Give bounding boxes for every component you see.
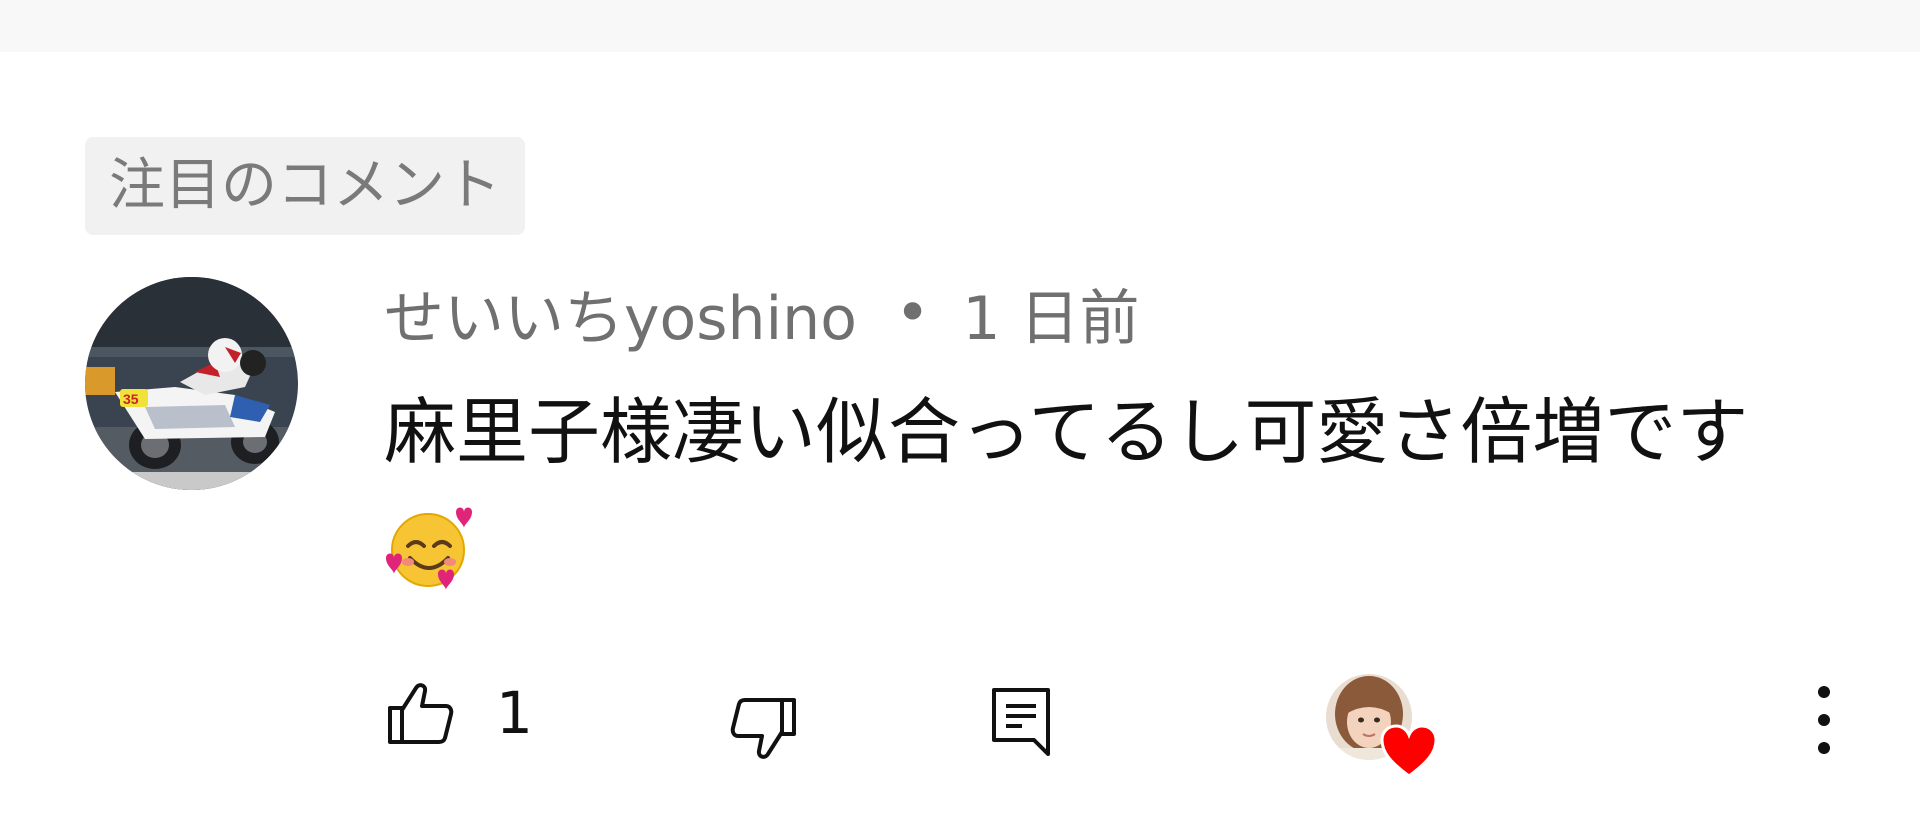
more-vert-icon [1818, 686, 1830, 754]
header-separator: • [894, 278, 931, 348]
like-button[interactable]: 1 [386, 680, 533, 746]
smiling-face-with-hearts-icon [384, 502, 474, 592]
like-count: 1 [496, 679, 533, 747]
comment-timestamp[interactable]: 1 日前 [962, 270, 1139, 357]
thumbs-up-icon [388, 683, 454, 744]
comment-action-bar: 1 [0, 660, 1920, 780]
dislike-button[interactable] [730, 696, 798, 762]
author-avatar[interactable]: 35 [85, 277, 298, 490]
reply-icon [992, 688, 1050, 756]
comment-text: 麻里子様凄い似合ってるし可愛さ倍増です [384, 390, 1749, 474]
highlighted-comment-chip: 注目のコメント [85, 137, 525, 235]
svg-text:35: 35 [123, 391, 139, 407]
reply-button[interactable] [990, 686, 1052, 758]
more-options-button[interactable] [1806, 682, 1842, 758]
author-name[interactable]: せいいちyoshino [384, 270, 857, 357]
creator-heart-icon [1380, 724, 1438, 782]
top-divider-strip [0, 0, 1920, 52]
thumbs-down-icon [730, 698, 796, 759]
creator-heart [1326, 674, 1442, 790]
comment-header: せいいちyoshino • 1 日前 [384, 270, 1140, 356]
